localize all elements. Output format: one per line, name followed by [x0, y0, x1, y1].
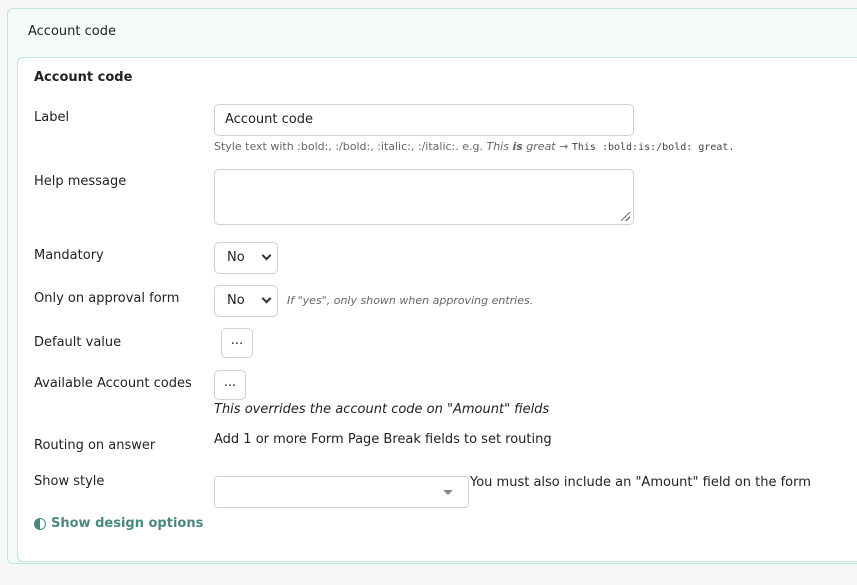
approval-only-note: If "yes", only shown when approving entr…	[287, 294, 534, 307]
available-codes-button[interactable]: ...	[214, 370, 246, 400]
style-hint: Style text with :bold:, :/bold:, :italic…	[214, 140, 735, 153]
approval-only-value: No	[227, 293, 245, 308]
routing-text: Add 1 or more Form Page Break fields to …	[214, 432, 552, 447]
resize-grip-icon[interactable]	[621, 212, 630, 221]
show-design-options-link[interactable]: Show design options	[34, 516, 203, 531]
field-settings-card: Account code Label Account code Style te…	[17, 57, 857, 562]
chevron-down-icon	[261, 250, 272, 261]
chevron-down-icon	[261, 293, 272, 304]
panel-title: Account code	[28, 24, 116, 39]
mandatory-label: Mandatory	[34, 248, 104, 263]
label-input[interactable]: Account code	[214, 104, 634, 136]
half-circle-icon	[34, 517, 46, 530]
label-field-label: Label	[34, 110, 70, 125]
help-message-label: Help message	[34, 174, 127, 189]
approval-only-select[interactable]: No	[214, 285, 278, 317]
available-codes-label: Available Account codes	[34, 376, 192, 391]
show-design-options-label: Show design options	[51, 516, 204, 531]
show-style-note: You must also include an "Amount" field …	[470, 475, 811, 490]
default-value-button[interactable]: ...	[221, 328, 253, 358]
default-value-label: Default value	[34, 335, 122, 350]
section-title: Account code	[34, 70, 133, 85]
available-codes-note: This overrides the account code on "Amou…	[214, 402, 550, 417]
field-panel: Account code Account code Label Account …	[7, 8, 857, 564]
dropdown-arrow-icon	[443, 490, 453, 495]
show-style-select[interactable]	[214, 476, 469, 508]
mandatory-select[interactable]: No	[214, 242, 278, 274]
routing-label: Routing on answer	[34, 438, 156, 453]
mandatory-value: No	[227, 250, 245, 265]
show-style-label: Show style	[34, 474, 105, 489]
approval-only-label: Only on approval form	[34, 291, 180, 306]
help-message-textarea[interactable]	[214, 169, 634, 225]
